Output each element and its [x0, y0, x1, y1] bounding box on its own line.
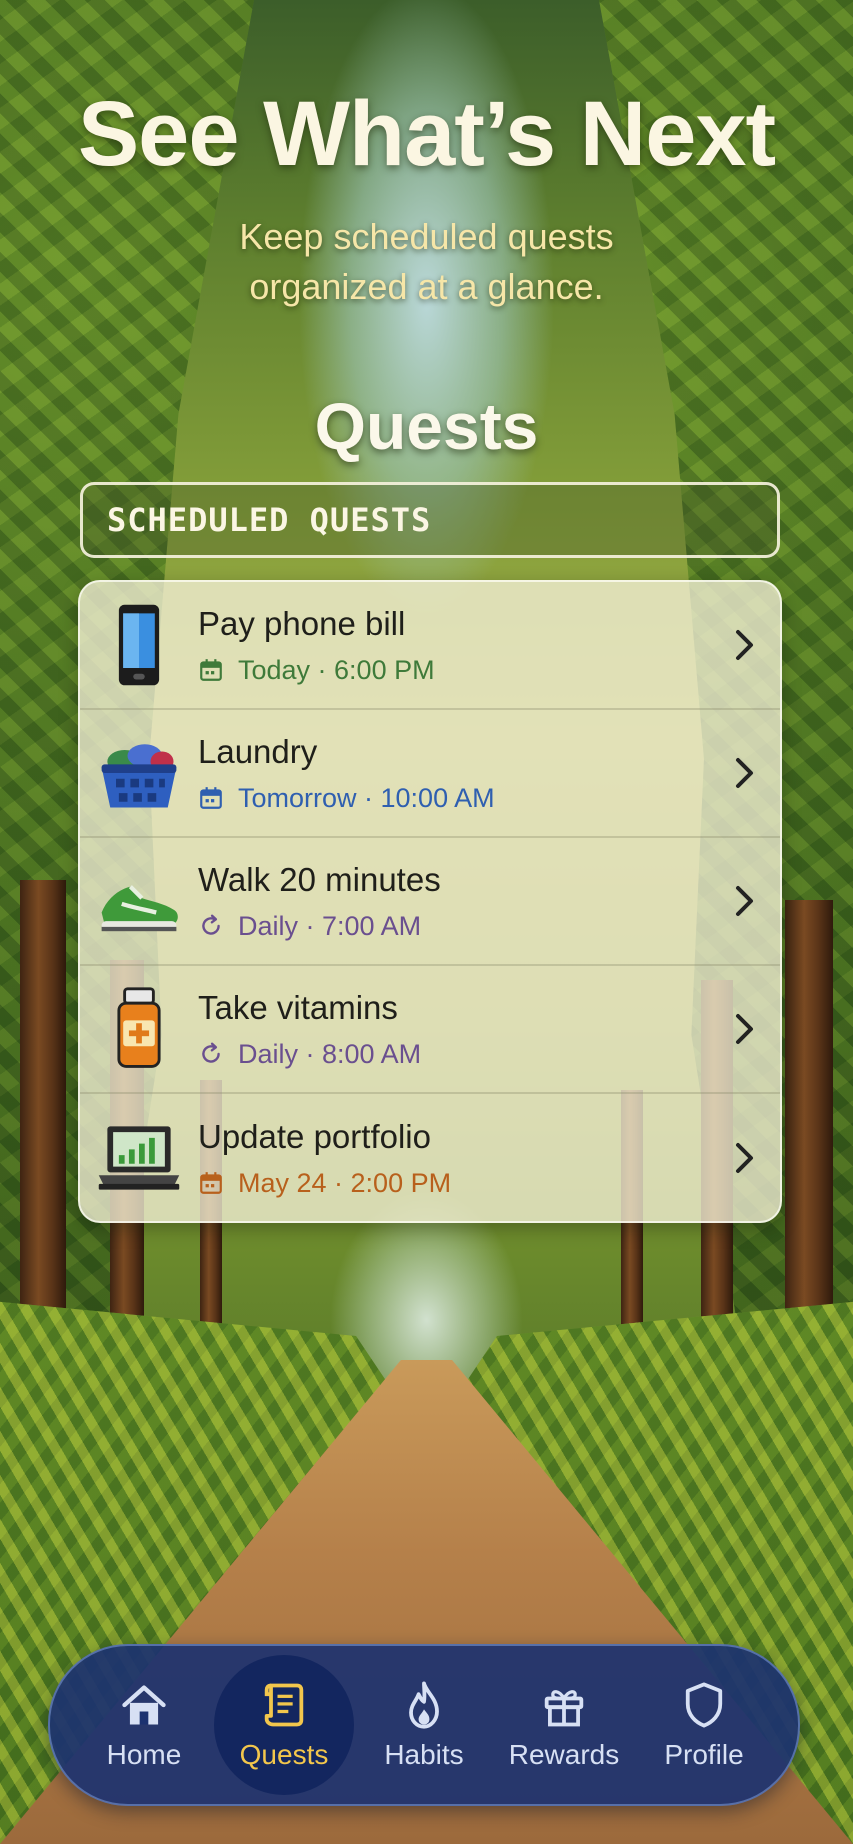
shield-icon	[685, 1682, 723, 1728]
nav-item-quests[interactable]: Quests	[214, 1655, 354, 1795]
nav-label: Quests	[239, 1739, 329, 1770]
quest-schedule: Daily · 8:00 AM	[198, 1039, 710, 1070]
vitamin-bottle-icon	[80, 966, 198, 1092]
quest-title: Walk 20 minutes	[198, 860, 441, 898]
quest-title: Pay phone bill	[198, 604, 406, 642]
quest-schedule-text: May 24 · 2:00 PM	[238, 1167, 452, 1198]
quest-row-laundry[interactable]: Laundry Tomorrow · 10:00 AM	[80, 710, 780, 838]
chevron-right-icon	[710, 628, 780, 662]
quest-title: Laundry	[198, 732, 318, 770]
quest-row-walk-20-minutes[interactable]: Walk 20 minutes Daily · 7:00 AM	[80, 838, 780, 966]
quest-row-pay-phone-bill[interactable]: Pay phone bill Today · 6:00 PM	[80, 582, 780, 710]
section-header-label: SCHEDULED QUESTS	[107, 501, 432, 539]
nav-label: Home	[106, 1739, 182, 1770]
repeat-icon	[198, 913, 224, 939]
sneaker-icon	[80, 838, 198, 964]
page-title: Quests	[314, 389, 539, 463]
hero-title: See What’s Next	[77, 83, 776, 185]
quest-text: Take vitamins Daily · 8:00 AM	[198, 989, 710, 1070]
quest-schedule-text: Tomorrow · 10:00 AM	[238, 782, 495, 813]
flame-icon	[409, 1681, 439, 1729]
hero-subtitle-line: Keep scheduled quests	[239, 216, 614, 257]
nav-label: Profile	[664, 1739, 744, 1770]
chevron-right-icon	[710, 756, 780, 790]
quest-schedule: May 24 · 2:00 PM	[198, 1168, 710, 1199]
nav-item-profile[interactable]: Profile	[634, 1655, 774, 1795]
quest-schedule: Daily · 7:00 AM	[198, 911, 710, 942]
chevron-right-icon	[710, 1141, 780, 1175]
chevron-right-icon	[710, 884, 780, 918]
hero-subtitle-line: organized at a glance.	[249, 266, 604, 307]
calendar-icon	[198, 657, 224, 683]
quest-schedule: Today · 6:00 PM	[198, 655, 710, 686]
quest-list: Pay phone bill Today · 6:00 PM Laundry T…	[78, 580, 782, 1223]
calendar-icon	[198, 785, 224, 811]
calendar-icon	[198, 1170, 224, 1196]
quest-schedule-text: Daily · 7:00 AM	[238, 910, 422, 941]
bottom-nav: Home Quests Habits Rewards Profile	[48, 1644, 800, 1806]
scroll-icon	[264, 1683, 304, 1727]
laptop-chart-icon	[80, 1094, 198, 1221]
quest-text: Update portfolio May 24 · 2:00 PM	[198, 1118, 710, 1199]
quest-schedule-text: Today · 6:00 PM	[238, 654, 435, 685]
phone-icon	[80, 582, 198, 708]
quest-row-update-portfolio[interactable]: Update portfolio May 24 · 2:00 PM	[80, 1094, 780, 1221]
section-header-scheduled: SCHEDULED QUESTS	[80, 482, 780, 558]
gift-icon	[544, 1690, 584, 1727]
nav-label: Rewards	[508, 1739, 620, 1770]
repeat-icon	[198, 1041, 224, 1067]
hero-subtitle: Keep scheduled quests organized at a gla…	[0, 212, 853, 312]
nav-item-home[interactable]: Home	[74, 1655, 214, 1795]
quest-schedule: Tomorrow · 10:00 AM	[198, 783, 710, 814]
nav-item-rewards[interactable]: Rewards	[494, 1655, 634, 1795]
quest-text: Laundry Tomorrow · 10:00 AM	[198, 733, 710, 814]
quest-schedule-text: Daily · 8:00 AM	[238, 1038, 422, 1069]
chevron-right-icon	[710, 1012, 780, 1046]
quest-text: Pay phone bill Today · 6:00 PM	[198, 605, 710, 686]
laundry-basket-icon	[80, 710, 198, 836]
quest-text: Walk 20 minutes Daily · 7:00 AM	[198, 861, 710, 942]
nav-label: Habits	[384, 1739, 464, 1770]
quest-row-take-vitamins[interactable]: Take vitamins Daily · 8:00 AM	[80, 966, 780, 1094]
nav-item-habits[interactable]: Habits	[354, 1655, 494, 1795]
quest-title: Update portfolio	[198, 1117, 431, 1155]
quest-title: Take vitamins	[198, 988, 398, 1026]
home-icon	[122, 1685, 166, 1725]
